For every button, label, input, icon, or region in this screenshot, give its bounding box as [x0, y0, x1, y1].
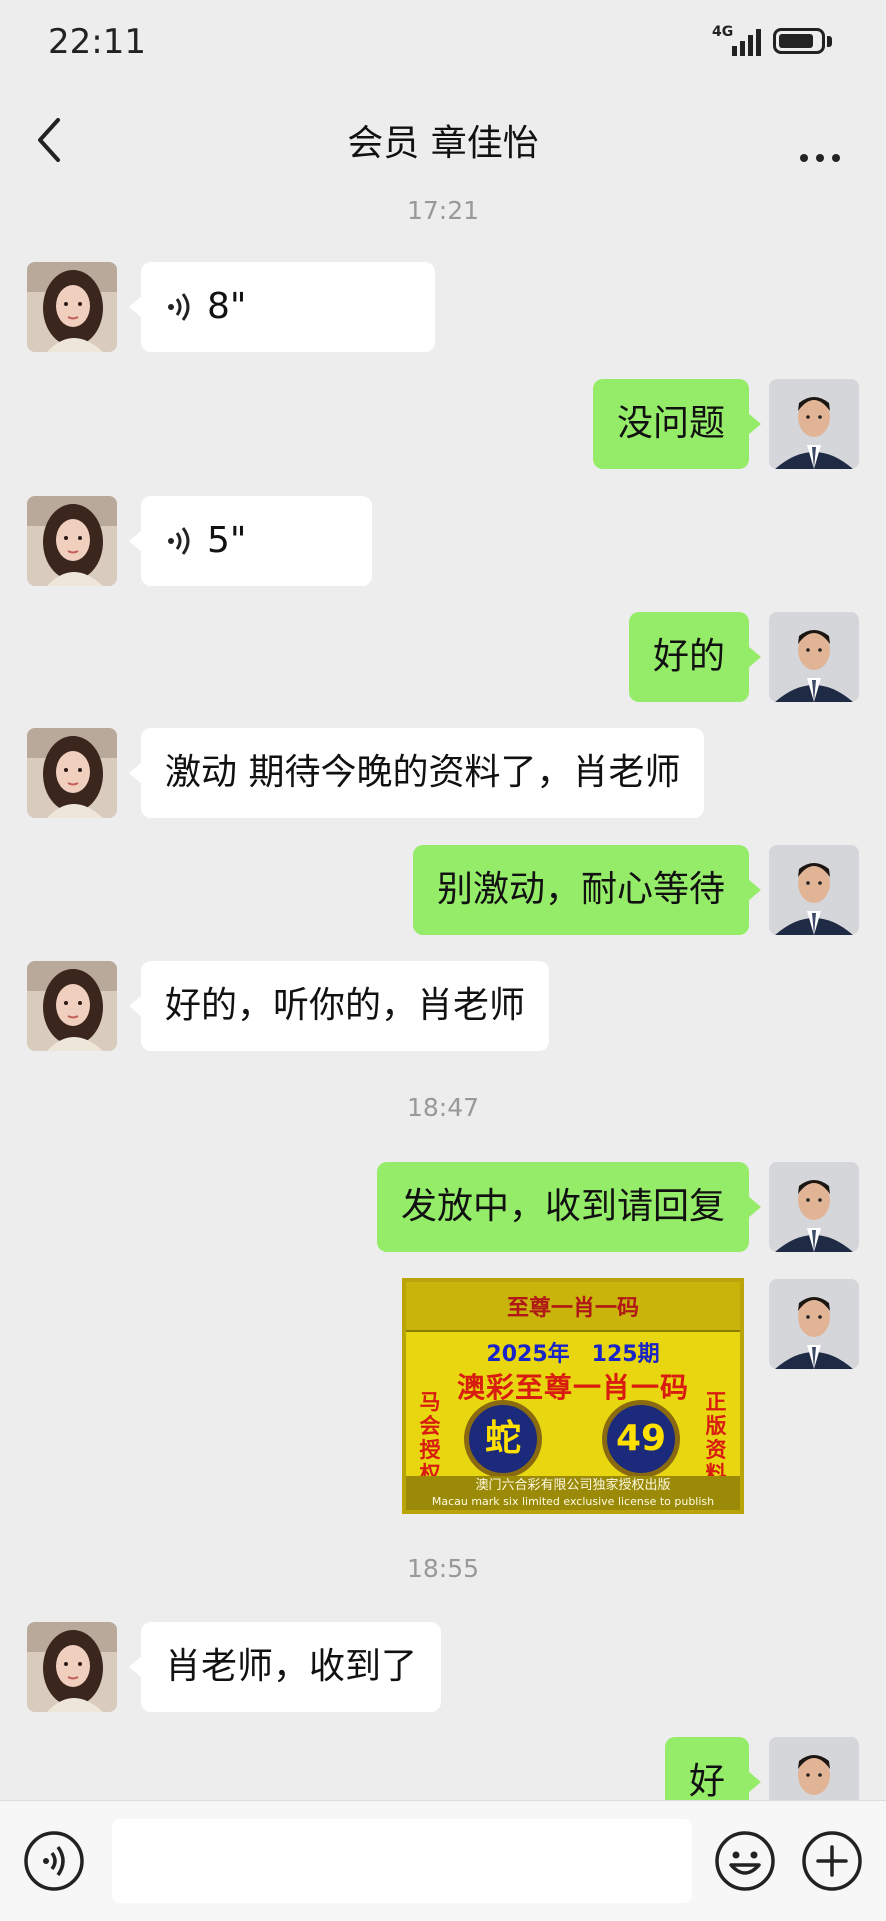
message-input[interactable]: [112, 1819, 692, 1903]
contact-avatar[interactable]: [27, 496, 117, 586]
message-text: 好的，听你的，肖老师: [165, 985, 526, 1026]
number-ball: 49: [602, 1400, 680, 1478]
image-footer-cn: 澳门六合彩有限公司独家授权出版: [475, 1478, 671, 1493]
timestamp: 18:47: [406, 1093, 480, 1122]
emoji-button[interactable]: [713, 1829, 777, 1893]
voice-message[interactable]: 5": [129, 496, 372, 586]
plus-icon[interactable]: [800, 1829, 864, 1893]
message-bubble-in[interactable]: 好的，听你的，肖老师: [128, 961, 550, 1051]
status-time: 22:11: [48, 22, 146, 62]
emoji-icon[interactable]: [713, 1829, 777, 1893]
image-year-issue: 2025年 125期: [486, 1342, 660, 1367]
my-avatar[interactable]: [769, 845, 859, 935]
timestamp: 18:55: [406, 1554, 480, 1583]
voice-message[interactable]: 8": [129, 262, 435, 352]
message-text: 没问题: [616, 403, 725, 444]
voice-icon[interactable]: [22, 1829, 86, 1893]
message-bubble-in[interactable]: 激动 期待今晚的资料了，肖老师: [128, 728, 705, 818]
more-button[interactable]: [790, 110, 850, 170]
contact-avatar[interactable]: [27, 262, 117, 352]
message-bubble-out[interactable]: 别激动，耐心等待: [412, 845, 762, 935]
voice-duration: 5": [207, 520, 247, 561]
zodiac-ball: 蛇: [464, 1400, 542, 1478]
status-bar: 22:11 4G: [0, 0, 886, 90]
contact-avatar[interactable]: [27, 728, 117, 818]
chat-header: 会员 章佳怡: [0, 90, 886, 190]
image-top-title: 至尊一肖一码: [506, 1296, 639, 1321]
contact-avatar[interactable]: [27, 961, 117, 1051]
input-bar: [0, 1800, 886, 1921]
message-text: 肖老师，收到了: [165, 1646, 418, 1687]
voice-button[interactable]: [22, 1829, 86, 1893]
my-avatar[interactable]: [769, 1279, 859, 1369]
message-text: 别激动，耐心等待: [436, 869, 725, 910]
message-bubble-out[interactable]: 好的: [628, 612, 762, 702]
my-avatar[interactable]: [769, 1162, 859, 1252]
voice-wave-icon: [168, 293, 190, 321]
image-message[interactable]: 至尊一肖一码 2025年 125期 澳彩至尊一肖一码 马会授权 正版资料 蛇 4…: [402, 1278, 744, 1514]
chat-title: 会员 章佳怡: [347, 123, 539, 164]
message-text: 好的: [652, 636, 725, 677]
signal-icon: [730, 28, 764, 56]
message-text: 好: [688, 1761, 725, 1802]
plus-button[interactable]: [800, 1829, 864, 1893]
voice-wave-icon: [168, 527, 190, 555]
my-avatar[interactable]: [769, 379, 859, 469]
image-left-text: 马会授权: [419, 1390, 441, 1486]
message-text: 激动 期待今晚的资料了，肖老师: [165, 752, 681, 793]
my-avatar[interactable]: [769, 612, 859, 702]
message-text: 发放中，收到请回复: [400, 1186, 725, 1227]
voice-duration: 8": [207, 286, 247, 327]
battery-nub: [827, 36, 832, 47]
contact-avatar[interactable]: [27, 1622, 117, 1712]
image-right-text: 正版资料: [705, 1390, 727, 1486]
image-footer-en: Macau mark six limited exclusive license…: [431, 1495, 715, 1508]
image-headline: 澳彩至尊一肖一码: [456, 1371, 689, 1404]
timestamp: 17:21: [406, 196, 480, 225]
battery-icon: [773, 28, 825, 54]
message-bubble-out[interactable]: 发放中，收到请回复: [376, 1162, 762, 1252]
message-bubble-out[interactable]: 没问题: [592, 379, 762, 469]
message-bubble-in[interactable]: 肖老师，收到了: [128, 1622, 442, 1712]
more-dots-icon[interactable]: [790, 110, 850, 170]
